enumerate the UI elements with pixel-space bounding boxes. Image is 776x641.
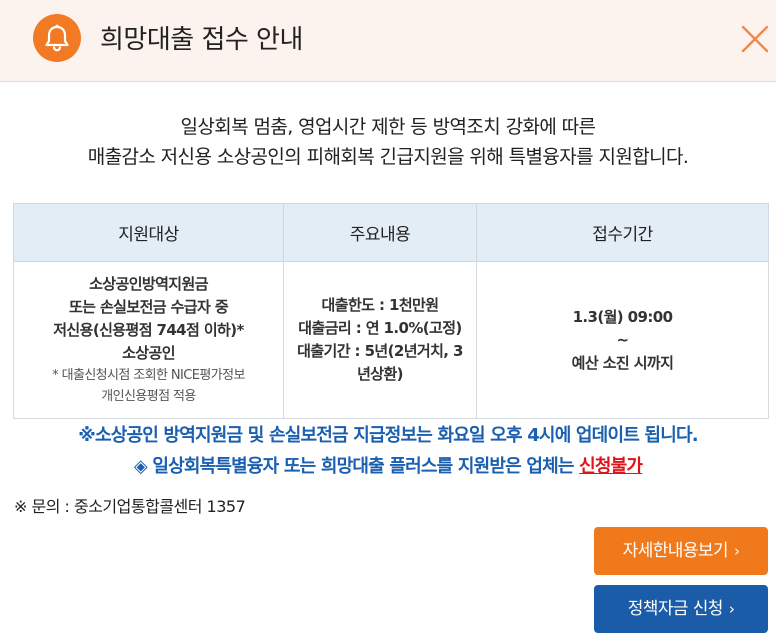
update-notice: ※소상공인 방역지원금 및 손실보전금 지급정보는 화요일 오후 4시에 업데이… (78, 425, 698, 446)
table-header-row: 지원대상 주요내용 접수기간 (13, 203, 769, 262)
modal-title: 희망대출 접수 안내 (100, 25, 303, 55)
header-period: 접수기간 (476, 203, 769, 262)
content-cell: 대출한도 : 1천만원 대출금리 : 연 1.0%(고정) 대출기간 : 5년(… (283, 261, 477, 419)
period-line: 1.3(월) 09:00 (572, 307, 673, 326)
intro-line: 매출감소 저신용 소상공인의 피해회복 긴급지원을 위해 특별융자를 지원합니다… (87, 146, 689, 168)
target-note: * 대출신청시점 조회한 NICE평가정보 (52, 368, 245, 383)
period-cell: 1.3(월) 09:00 ~ 예산 소진 시까지 (476, 261, 769, 419)
target-line: 소상공인방역지원금 (89, 275, 208, 293)
target-line: 또는 손실보전금 수급자 중 (68, 298, 229, 316)
view-details-label: 자세한내용보기 (622, 541, 729, 561)
contact-info: ※ 문의 : 중소기업통합콜센터 1357 (14, 497, 246, 516)
period-line: 예산 소진 시까지 (571, 353, 674, 372)
header-target: 지원대상 (13, 203, 284, 262)
modal-header: 희망대출 접수 안내 (0, 0, 776, 82)
target-line: 소상공인 (122, 344, 175, 362)
intro-text: 일상회복 멈춤, 영업시간 제한 등 방역조치 강화에 따른 매출감소 저신용 … (0, 112, 776, 172)
restriction-text: ◈ 일상회복특별융자 또는 희망대출 플러스를 지원받은 업체는 (133, 456, 580, 477)
view-details-button[interactable]: 자세한내용보기 › (594, 527, 768, 575)
bell-icon (33, 14, 81, 62)
info-table: 지원대상 주요내용 접수기간 소상공인방역지원금 또는 손실보전금 수급자 중 … (13, 203, 769, 419)
restriction-notice: ◈ 일상회복특별융자 또는 희망대출 플러스를 지원받은 업체는 신청불가 (0, 452, 776, 478)
target-line: 저신용(신용평점 744점 이하)* (53, 321, 244, 339)
content-line: 대출금리 : 연 1.0%(고정) (298, 319, 462, 337)
not-eligible-label: 신청불가 (579, 456, 643, 477)
target-note: 개인신용평점 적용 (101, 389, 196, 404)
apply-label: 정책자금 신청 (627, 599, 724, 619)
chevron-right-icon: › (733, 542, 740, 560)
content-line: 년상환) (357, 365, 403, 383)
table-row: 소상공인방역지원금 또는 손실보전금 수급자 중 저신용(신용평점 744점 이… (13, 261, 769, 419)
period-line: ~ (616, 330, 630, 349)
target-cell: 소상공인방역지원금 또는 손실보전금 수급자 중 저신용(신용평점 744점 이… (13, 261, 284, 419)
content-line: 대출기간 : 5년(2년거치, 3 (297, 342, 463, 360)
content-line: 대출한도 : 1천만원 (321, 296, 439, 314)
chevron-right-icon: › (728, 600, 735, 618)
intro-line: 일상회복 멈춤, 영업시간 제한 등 방역조치 강화에 따른 (180, 116, 596, 138)
apply-button[interactable]: 정책자금 신청 › (594, 585, 768, 633)
header-content: 주요내용 (283, 203, 477, 262)
close-icon[interactable] (740, 24, 770, 54)
